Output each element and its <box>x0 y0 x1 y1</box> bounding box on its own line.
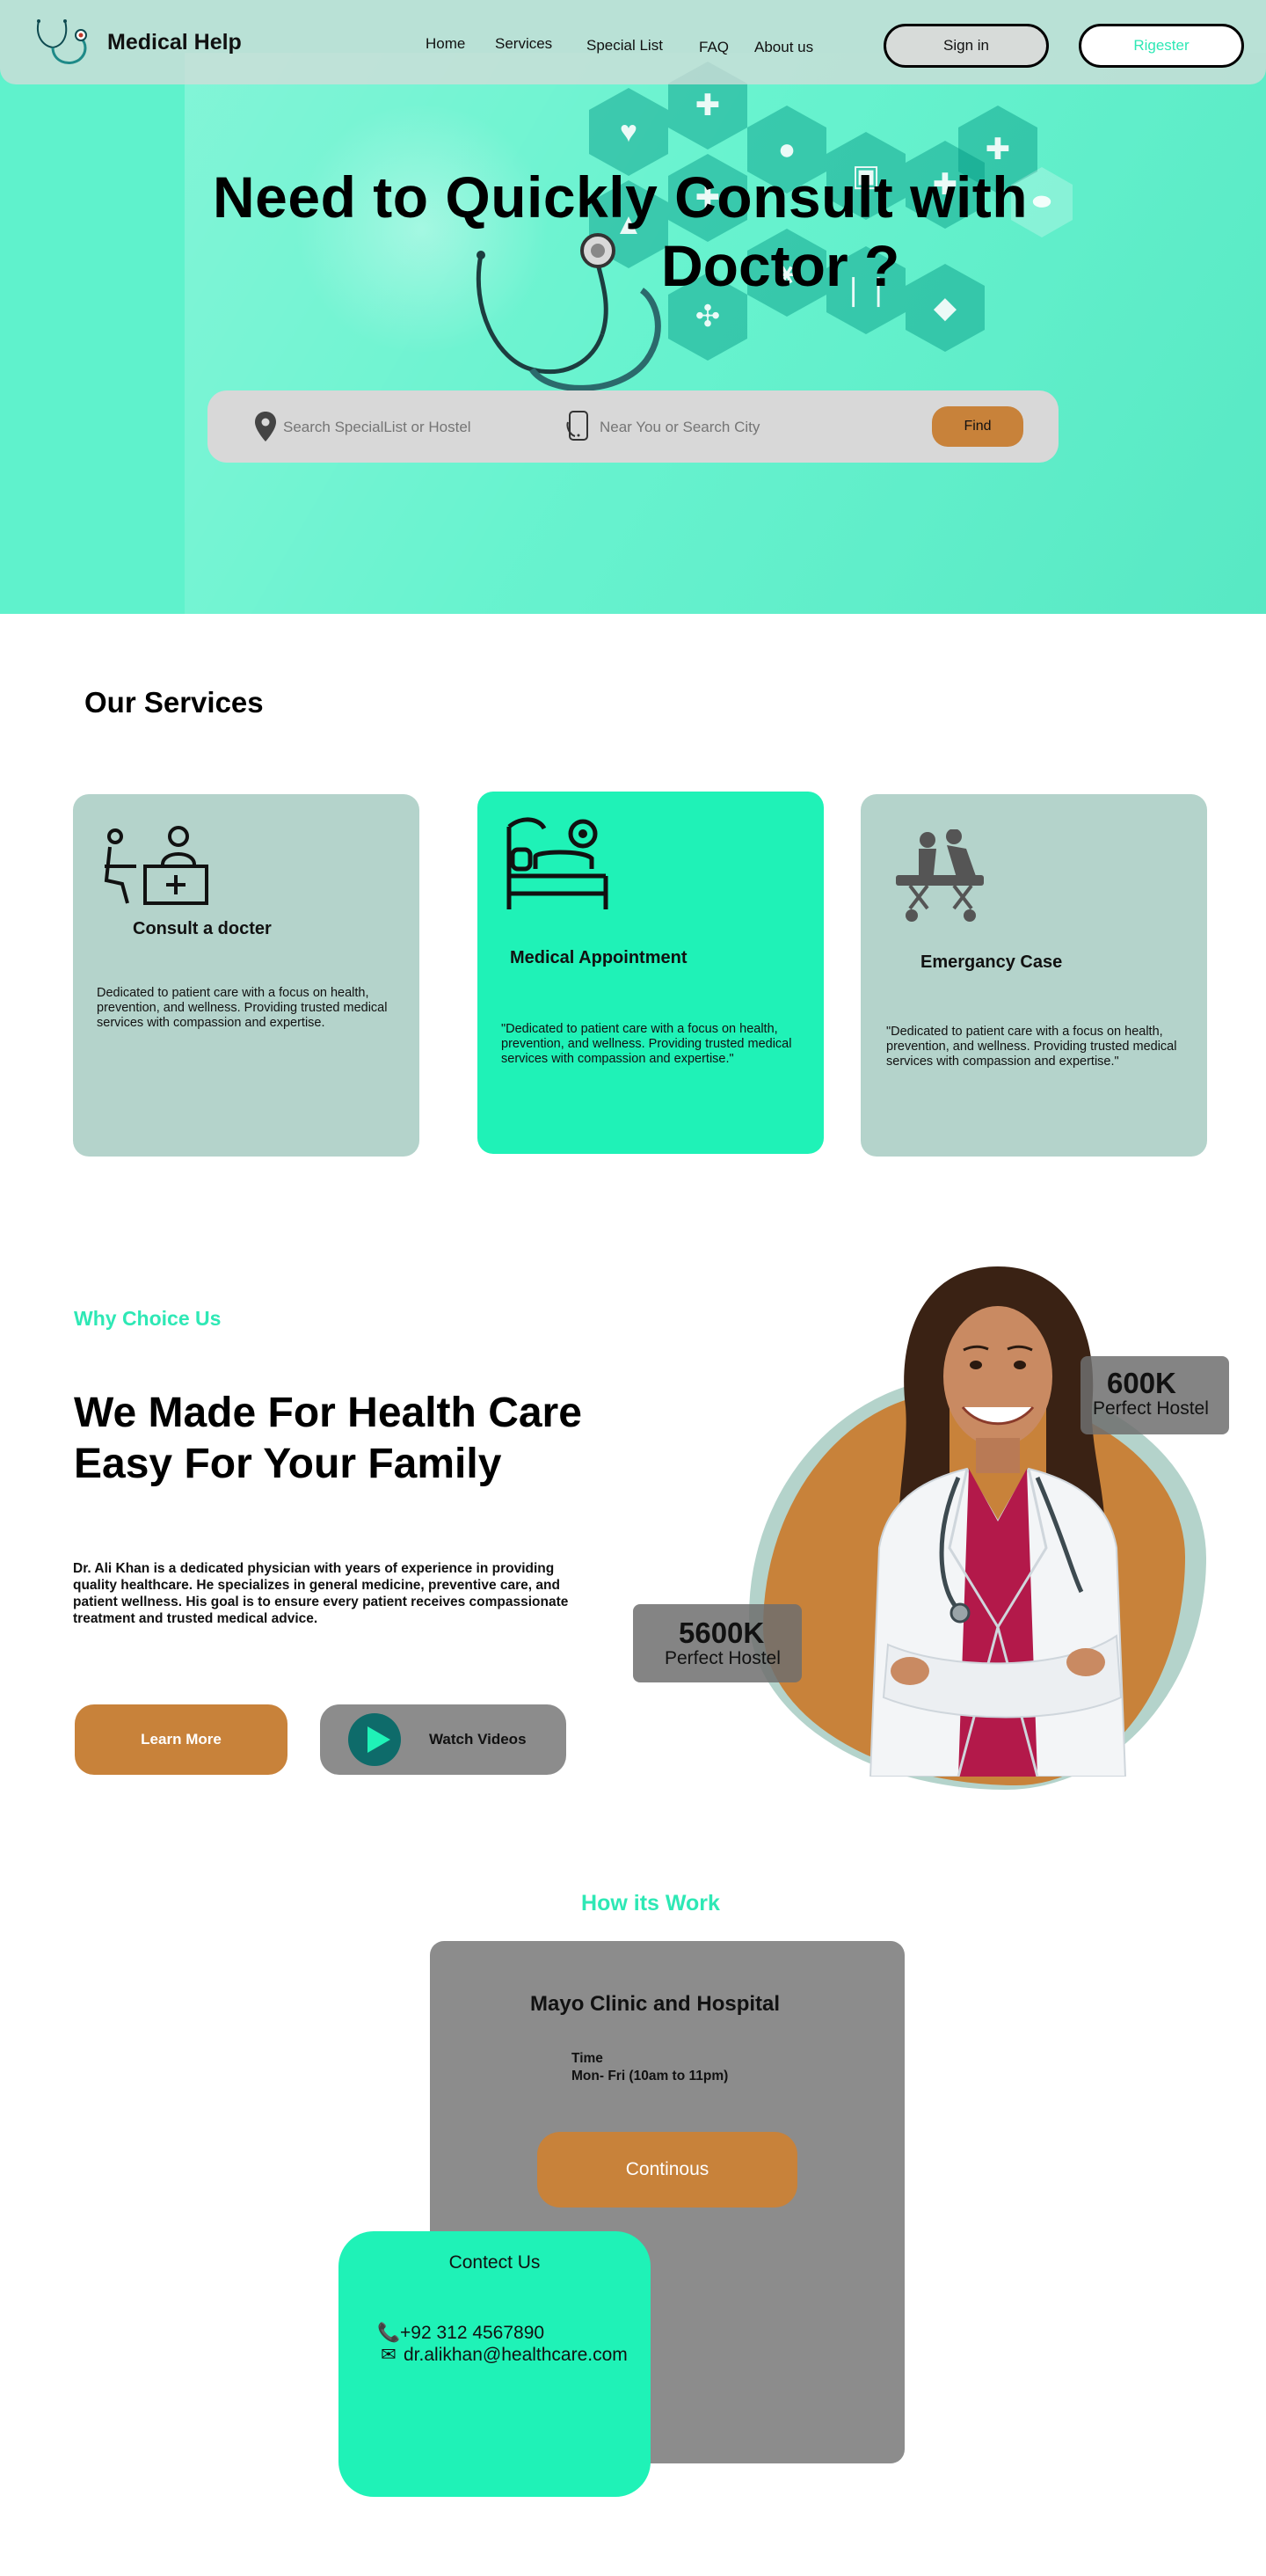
service-card-title: Emergancy Case <box>920 952 1063 972</box>
brand-name[interactable]: Medical Help <box>107 30 242 55</box>
service-card-consult[interactable]: Consult a docter Dedicated to patient ca… <box>73 794 419 1157</box>
nav-about-link[interactable]: About us <box>754 39 813 56</box>
stat-badge-5600k: 5600K Perfect Hostel <box>633 1604 802 1682</box>
service-card-description: "Dedicated to patient care with a focus … <box>501 1022 792 1066</box>
emergency-stretcher-icon <box>896 829 984 922</box>
contact-title: Contect Us <box>448 2252 541 2273</box>
search-bar: Find <box>207 390 1059 463</box>
nav-speciallist-link[interactable]: Special List <box>586 37 663 55</box>
appointment-bed-icon <box>506 817 608 909</box>
telephone-icon: 📞 <box>377 2323 401 2343</box>
doctor-photo <box>869 1266 1127 1777</box>
watch-videos-button[interactable]: Watch Videos <box>320 1704 566 1775</box>
city-search-input[interactable] <box>600 415 863 440</box>
service-card-title: Medical Appointment <box>510 948 688 967</box>
service-card-appointment[interactable]: Medical Appointment "Dedicated to patien… <box>477 792 824 1154</box>
services-title: Our Services <box>84 686 264 719</box>
continue-button[interactable]: Continous <box>537 2132 797 2207</box>
contact-phone-value: +92 312 4567890 <box>400 2323 545 2343</box>
service-card-description: Dedicated to patient care with a focus o… <box>97 986 388 1030</box>
hero-section: ♥ ✚ ● ✚ ▣ ▲ ✣ ⚹ ❘❘ ◆ ✚ ✚ ⬬ Medical Help … <box>0 0 1266 614</box>
stat-value: 600K <box>1107 1367 1176 1399</box>
why-choose-label: Why Choice Us <box>74 1307 222 1330</box>
find-button[interactable]: Find <box>932 406 1023 447</box>
how-it-works-label: How its Work <box>581 1891 720 1916</box>
email-icon: ✉ <box>381 2345 397 2365</box>
navbar: Medical Help Home Services Special List … <box>0 0 1266 84</box>
why-title: We Made For Health Care Easy For Your Fa… <box>74 1390 582 1487</box>
contact-email-value: dr.alikhan@healthcare.com <box>404 2345 628 2365</box>
hero-title-line2: Doctor ? <box>661 233 900 298</box>
service-card-description: "Dedicated to patient care with a focus … <box>886 1025 1177 1069</box>
clinic-name: Mayo Clinic and Hospital <box>530 1992 781 2016</box>
register-button[interactable]: Rigester <box>1079 24 1244 68</box>
contact-phone[interactable]: 📞+92 312 4567890 <box>377 2323 544 2344</box>
learn-more-button[interactable]: Learn More <box>75 1704 287 1775</box>
stat-label: Perfect Hostel <box>665 1648 781 1668</box>
why-description: Dr. Ali Khan is a dedicated physician wi… <box>73 1561 569 1626</box>
contact-card: Contect Us 📞+92 312 4567890 ✉ dr.alikhan@… <box>338 2231 651 2497</box>
contact-email[interactable]: ✉ dr.alikhan@healthcare.com <box>381 2344 628 2366</box>
signin-button[interactable]: Sign in <box>884 24 1049 68</box>
location-pin-icon <box>255 412 276 441</box>
watch-videos-label: Watch Videos <box>429 1731 527 1748</box>
clinic-time-label: Time <box>571 2051 603 2066</box>
stethoscope-icon <box>476 233 661 391</box>
stethoscope-logo-icon[interactable] <box>33 16 95 70</box>
stat-value: 5600K <box>679 1616 765 1649</box>
specialist-search-input[interactable] <box>283 415 547 440</box>
clinic-time: Time Mon- Fri (10am to 11pm) <box>571 2050 728 2085</box>
nav-faq-link[interactable]: FAQ <box>699 39 729 56</box>
nav-home-link[interactable]: Home <box>426 35 465 53</box>
consult-doctor-icon <box>104 826 208 905</box>
service-card-emergency[interactable]: Emergancy Case "Dedicated to patient car… <box>861 794 1207 1157</box>
play-icon[interactable] <box>348 1713 401 1766</box>
nav-services-link[interactable]: Services <box>495 35 552 53</box>
stat-label: Perfect Hostel <box>1093 1398 1209 1419</box>
stat-badge-600k: 600K Perfect Hostel <box>1080 1356 1229 1434</box>
hero-title-line1: Need to Quickly Consult with <box>213 164 1029 230</box>
phone-icon <box>566 411 588 441</box>
clinic-time-value: Mon- Fri (10am to 11pm) <box>571 2069 729 2083</box>
service-card-title: Consult a docter <box>133 919 272 938</box>
